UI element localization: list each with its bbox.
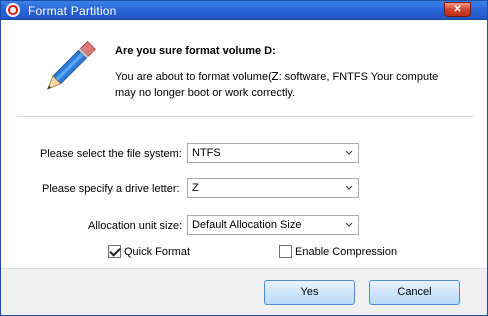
allocation-value: Default Allocation Size — [192, 219, 302, 231]
divider — [17, 116, 473, 117]
format-partition-dialog: Format Partition ✕ Are you sure format v… — [0, 0, 488, 316]
warning-message: You are about to format volume(Ꮓ: softwa… — [115, 71, 439, 99]
confirm-headline: Are you sure format volume D: — [115, 45, 276, 57]
chevron-down-icon — [345, 185, 353, 190]
drive-letter-label: Please specify a drive letter: — [42, 183, 180, 195]
yes-button[interactable]: Yes — [264, 280, 355, 305]
quick-format-label: Quick Format — [124, 245, 191, 258]
file-system-label: Please select the file system: — [40, 148, 182, 160]
cancel-button[interactable]: Cancel — [369, 280, 460, 305]
checkbox-checked[interactable] — [108, 245, 121, 258]
file-system-select[interactable]: NTFS — [187, 143, 359, 163]
chevron-down-icon — [345, 150, 353, 155]
app-icon — [6, 3, 20, 17]
close-button[interactable]: ✕ — [444, 2, 471, 17]
enable-compression-label: Enable Compression — [295, 245, 398, 258]
drive-letter-value: Z — [192, 182, 199, 194]
allocation-select[interactable]: Default Allocation Size — [187, 215, 359, 235]
window-title: Format Partition — [28, 4, 117, 18]
pencil-icon — [46, 40, 96, 90]
title-bar[interactable]: Format Partition ✕ — [1, 1, 487, 20]
checkbox-unchecked[interactable] — [279, 245, 292, 258]
file-system-value: NTFS — [192, 147, 221, 159]
drive-letter-select[interactable]: Z — [187, 178, 359, 198]
enable-compression-checkbox[interactable]: Enable Compression — [279, 245, 397, 258]
quick-format-checkbox[interactable]: Quick Format — [108, 245, 190, 258]
chevron-down-icon — [345, 222, 353, 227]
allocation-label: Allocation unit size: — [88, 220, 183, 232]
